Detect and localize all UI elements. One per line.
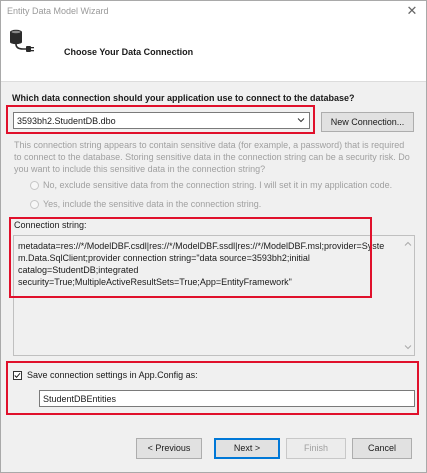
window-title: Entity Data Model Wizard [7,6,109,16]
next-button[interactable]: Next > [214,438,280,459]
close-icon[interactable]: ✕ [404,3,420,19]
radio-button-icon [30,181,39,190]
checkmark-icon [14,372,21,378]
save-settings-checkbox[interactable] [13,371,22,380]
connection-dropdown[interactable]: 3593bh2.StudentDB.dbo [13,112,310,129]
save-settings-label: Save connection settings in App.Config a… [27,370,198,380]
previous-button[interactable]: < Previous [136,438,202,459]
cancel-button[interactable]: Cancel [352,438,412,459]
entity-name-input[interactable]: StudentDBEntities [39,390,415,407]
entity-name-value: StudentDBEntities [43,394,117,404]
radio-exclude-sensitive[interactable]: No, exclude sensitive data from the conn… [30,180,400,192]
connection-string-label: Connection string: [14,220,87,230]
radio-include-label: Yes, include the sensitive data in the c… [43,199,262,209]
connection-string-value: metadata=res://*/ModelDBF.csdl|res://*/M… [18,241,385,287]
radio-button-icon [30,200,39,209]
database-plug-icon [10,29,34,52]
sensitive-data-notice: This connection string appears to contai… [14,140,410,174]
connection-question: Which data connection should your applic… [12,93,355,103]
radio-exclude-label: No, exclude sensitive data from the conn… [43,180,393,190]
title-bar: Entity Data Model Wizard ✕ [1,1,426,23]
vertical-scrollbar[interactable] [402,236,414,355]
chevron-down-icon [297,118,305,123]
page-title: Choose Your Data Connection [64,47,194,57]
new-connection-button[interactable]: New Connection... [321,112,414,132]
finish-button[interactable]: Finish [286,438,346,459]
connection-string-textbox[interactable]: metadata=res://*/ModelDBF.csdl|res://*/M… [13,235,415,356]
radio-include-sensitive[interactable]: Yes, include the sensitive data in the c… [30,199,400,211]
connection-dropdown-value: 3593bh2.StudentDB.dbo [17,116,116,126]
wizard-header: Choose Your Data Connection [1,23,426,82]
wizard-window: Entity Data Model Wizard ✕ Choose Your D… [0,0,427,473]
scroll-down-icon[interactable] [404,343,412,351]
scroll-up-icon[interactable] [404,240,412,248]
